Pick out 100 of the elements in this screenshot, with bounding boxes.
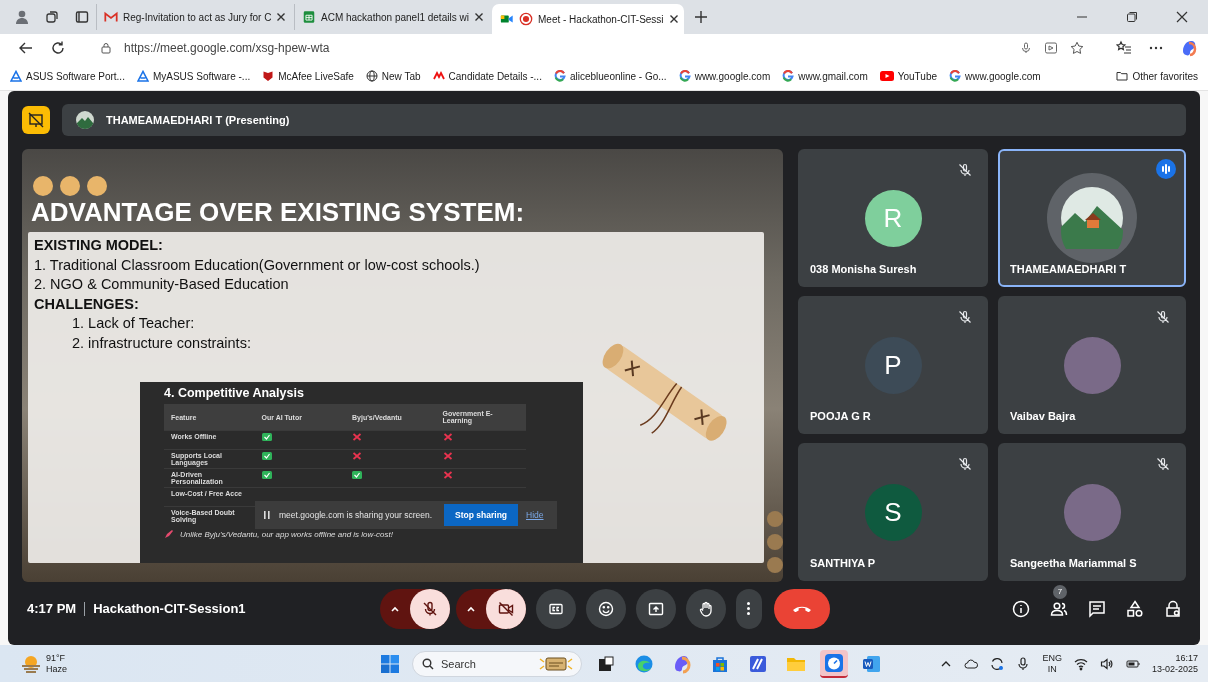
- bookmark-link[interactable]: www.google.com: [949, 70, 1041, 82]
- close-window-icon[interactable]: [1176, 11, 1188, 23]
- speaker-icon[interactable]: [1099, 656, 1114, 671]
- read-aloud-icon[interactable]: [1044, 41, 1058, 55]
- sync-icon[interactable]: [990, 656, 1005, 671]
- close-tab-icon[interactable]: [473, 12, 484, 22]
- new-tab-icon[interactable]: [694, 10, 708, 24]
- g-logo-icon: [553, 70, 566, 82]
- avatar-initial: S: [864, 483, 922, 541]
- bookmark-link[interactable]: aliceblueonline - Go...: [553, 70, 667, 82]
- weather-condition: Haze: [46, 663, 67, 675]
- close-tab-icon[interactable]: [276, 12, 287, 22]
- stop-sharing-button[interactable]: Stop sharing: [444, 504, 519, 526]
- bookmark-link[interactable]: www.gmail.com: [782, 70, 868, 82]
- hide-link[interactable]: Hide: [526, 510, 544, 520]
- favorites-icon[interactable]: [1116, 40, 1132, 56]
- avatar-initial: P: [864, 336, 922, 394]
- presentation-toggle-button[interactable]: [22, 106, 50, 134]
- lock-settings-icon[interactable]: [1164, 599, 1182, 618]
- bookmark-link[interactable]: www.google.com: [678, 70, 771, 82]
- microphone-icon[interactable]: [1016, 656, 1031, 671]
- slide-text-line: 1. Lack of Teacher:: [71, 314, 196, 333]
- restore-icon[interactable]: [1126, 11, 1138, 23]
- info-icon[interactable]: [1012, 599, 1030, 618]
- window-icon: [596, 653, 616, 674]
- chat-icon[interactable]: [1088, 599, 1106, 618]
- smiley-icon: [597, 600, 614, 617]
- swirl-logo-icon[interactable]: [1180, 39, 1198, 57]
- shapes-icon[interactable]: [1126, 599, 1144, 618]
- workspaces-icon[interactable]: [44, 9, 60, 25]
- more-options-button[interactable]: [735, 588, 762, 629]
- browser-tab[interactable]: Reg-Invitation to act as Jury for C: [96, 4, 288, 30]
- participant-name: SANTHIYA P: [810, 557, 876, 569]
- folder-icon: [1116, 70, 1129, 82]
- dot-decoration: [767, 534, 783, 550]
- bookmark-link[interactable]: McAfee LiveSafe: [262, 70, 354, 82]
- other-favorites-link[interactable]: Other favorites: [1116, 70, 1198, 82]
- input-language-indicator[interactable]: ENG IN: [1042, 652, 1062, 675]
- cloud-icon[interactable]: [964, 656, 979, 671]
- bookmark-link[interactable]: MyASUS Software -...: [136, 70, 251, 82]
- slide-text-line: 1. Traditional Classroom Education(Government or low-cost schools.): [34, 255, 481, 275]
- participant-count-badge: 7: [1053, 584, 1067, 599]
- pause-icon: [263, 511, 271, 519]
- wave-logo-icon: [634, 653, 654, 674]
- zigzag-logo-icon: [432, 70, 445, 82]
- bookmark-link[interactable]: New Tab: [365, 70, 421, 82]
- envelope-icon: [104, 10, 118, 24]
- g-logo-icon: [782, 70, 795, 82]
- browser-tab[interactable]: Meet - Hackathon-CIT-Sessi: [492, 4, 684, 34]
- bookmark-link[interactable]: Candidate Details -...: [432, 70, 542, 82]
- meeting-time: 4:17 PM: [27, 601, 77, 616]
- dot-decoration: [767, 511, 783, 527]
- participant-name: Sangeetha Mariammal S: [1010, 557, 1137, 569]
- back-arrow-icon[interactable]: [18, 40, 34, 56]
- present-icon: [647, 600, 664, 617]
- camera-off-icon: [497, 600, 514, 617]
- leave-call-button[interactable]: [773, 588, 830, 629]
- slide-text-line: EXISTING MODEL:: [34, 236, 164, 255]
- slide-text-line: 2. NGO & Community-Based Education: [34, 275, 290, 294]
- microphone-button[interactable]: [409, 588, 450, 629]
- search-field[interactable]: Search: [412, 650, 582, 677]
- landscape-avatar-icon: [1061, 187, 1123, 249]
- wifi-icon[interactable]: [1073, 656, 1088, 671]
- presenter-name: THAMEAMAEDHARI T (Presenting): [106, 114, 290, 126]
- pen-square-icon: [748, 653, 768, 674]
- pencil-icon: [164, 529, 174, 539]
- shield-icon: [262, 70, 275, 82]
- dot-decoration: [87, 176, 107, 196]
- presentation-off-icon: [28, 112, 44, 128]
- participant-name: THAMEAMAEDHARI T: [1010, 263, 1127, 275]
- tab-actions-icon[interactable]: [74, 9, 90, 25]
- star-icon[interactable]: [1070, 41, 1084, 55]
- microphone-icon[interactable]: [1020, 42, 1032, 54]
- dot-decoration: [767, 557, 783, 573]
- search-icon: [422, 657, 434, 670]
- close-tab-icon[interactable]: [668, 14, 679, 24]
- url-text: https://meet.google.com/xsg-hpew-wta: [124, 41, 330, 55]
- table-footnote: Unlike Byju's/Vedantu, our app works offline and is low-cost!: [180, 529, 393, 539]
- refresh-icon[interactable]: [50, 40, 66, 56]
- recording-icon: [519, 12, 533, 26]
- microphone-off-icon: [421, 600, 438, 617]
- profile-icon[interactable]: [14, 9, 30, 25]
- slide-text-line: CHALLENGES:: [34, 294, 140, 314]
- windows-start-icon[interactable]: [380, 653, 400, 674]
- play-logo-icon: [879, 69, 894, 83]
- clock-display[interactable]: 16:17 13-02-2025: [1151, 652, 1198, 675]
- slide-text-line: 2. infrastructure constraints:: [71, 333, 252, 353]
- browser-tab[interactable]: ACM hackathon panel1 details wi: [294, 4, 486, 30]
- slide-title: ADVANTAGE OVER EXISTING SYSTEM:: [31, 196, 526, 228]
- g-logo-icon: [949, 70, 961, 82]
- avatar-initial: R: [864, 189, 922, 247]
- participant-name: Vaibav Bajra: [1010, 410, 1076, 422]
- table-heading: 4. Competitive Analysis: [164, 386, 305, 400]
- bookmark-link[interactable]: ASUS Software Port...: [10, 70, 125, 82]
- hand-icon: [697, 600, 714, 617]
- camera-button[interactable]: [485, 588, 526, 629]
- speaking-indicator-icon: [1156, 159, 1176, 179]
- bookmark-link[interactable]: YouTube: [879, 69, 937, 83]
- temperature: 91°F: [46, 652, 67, 664]
- triangle-logo-icon: [136, 70, 149, 82]
